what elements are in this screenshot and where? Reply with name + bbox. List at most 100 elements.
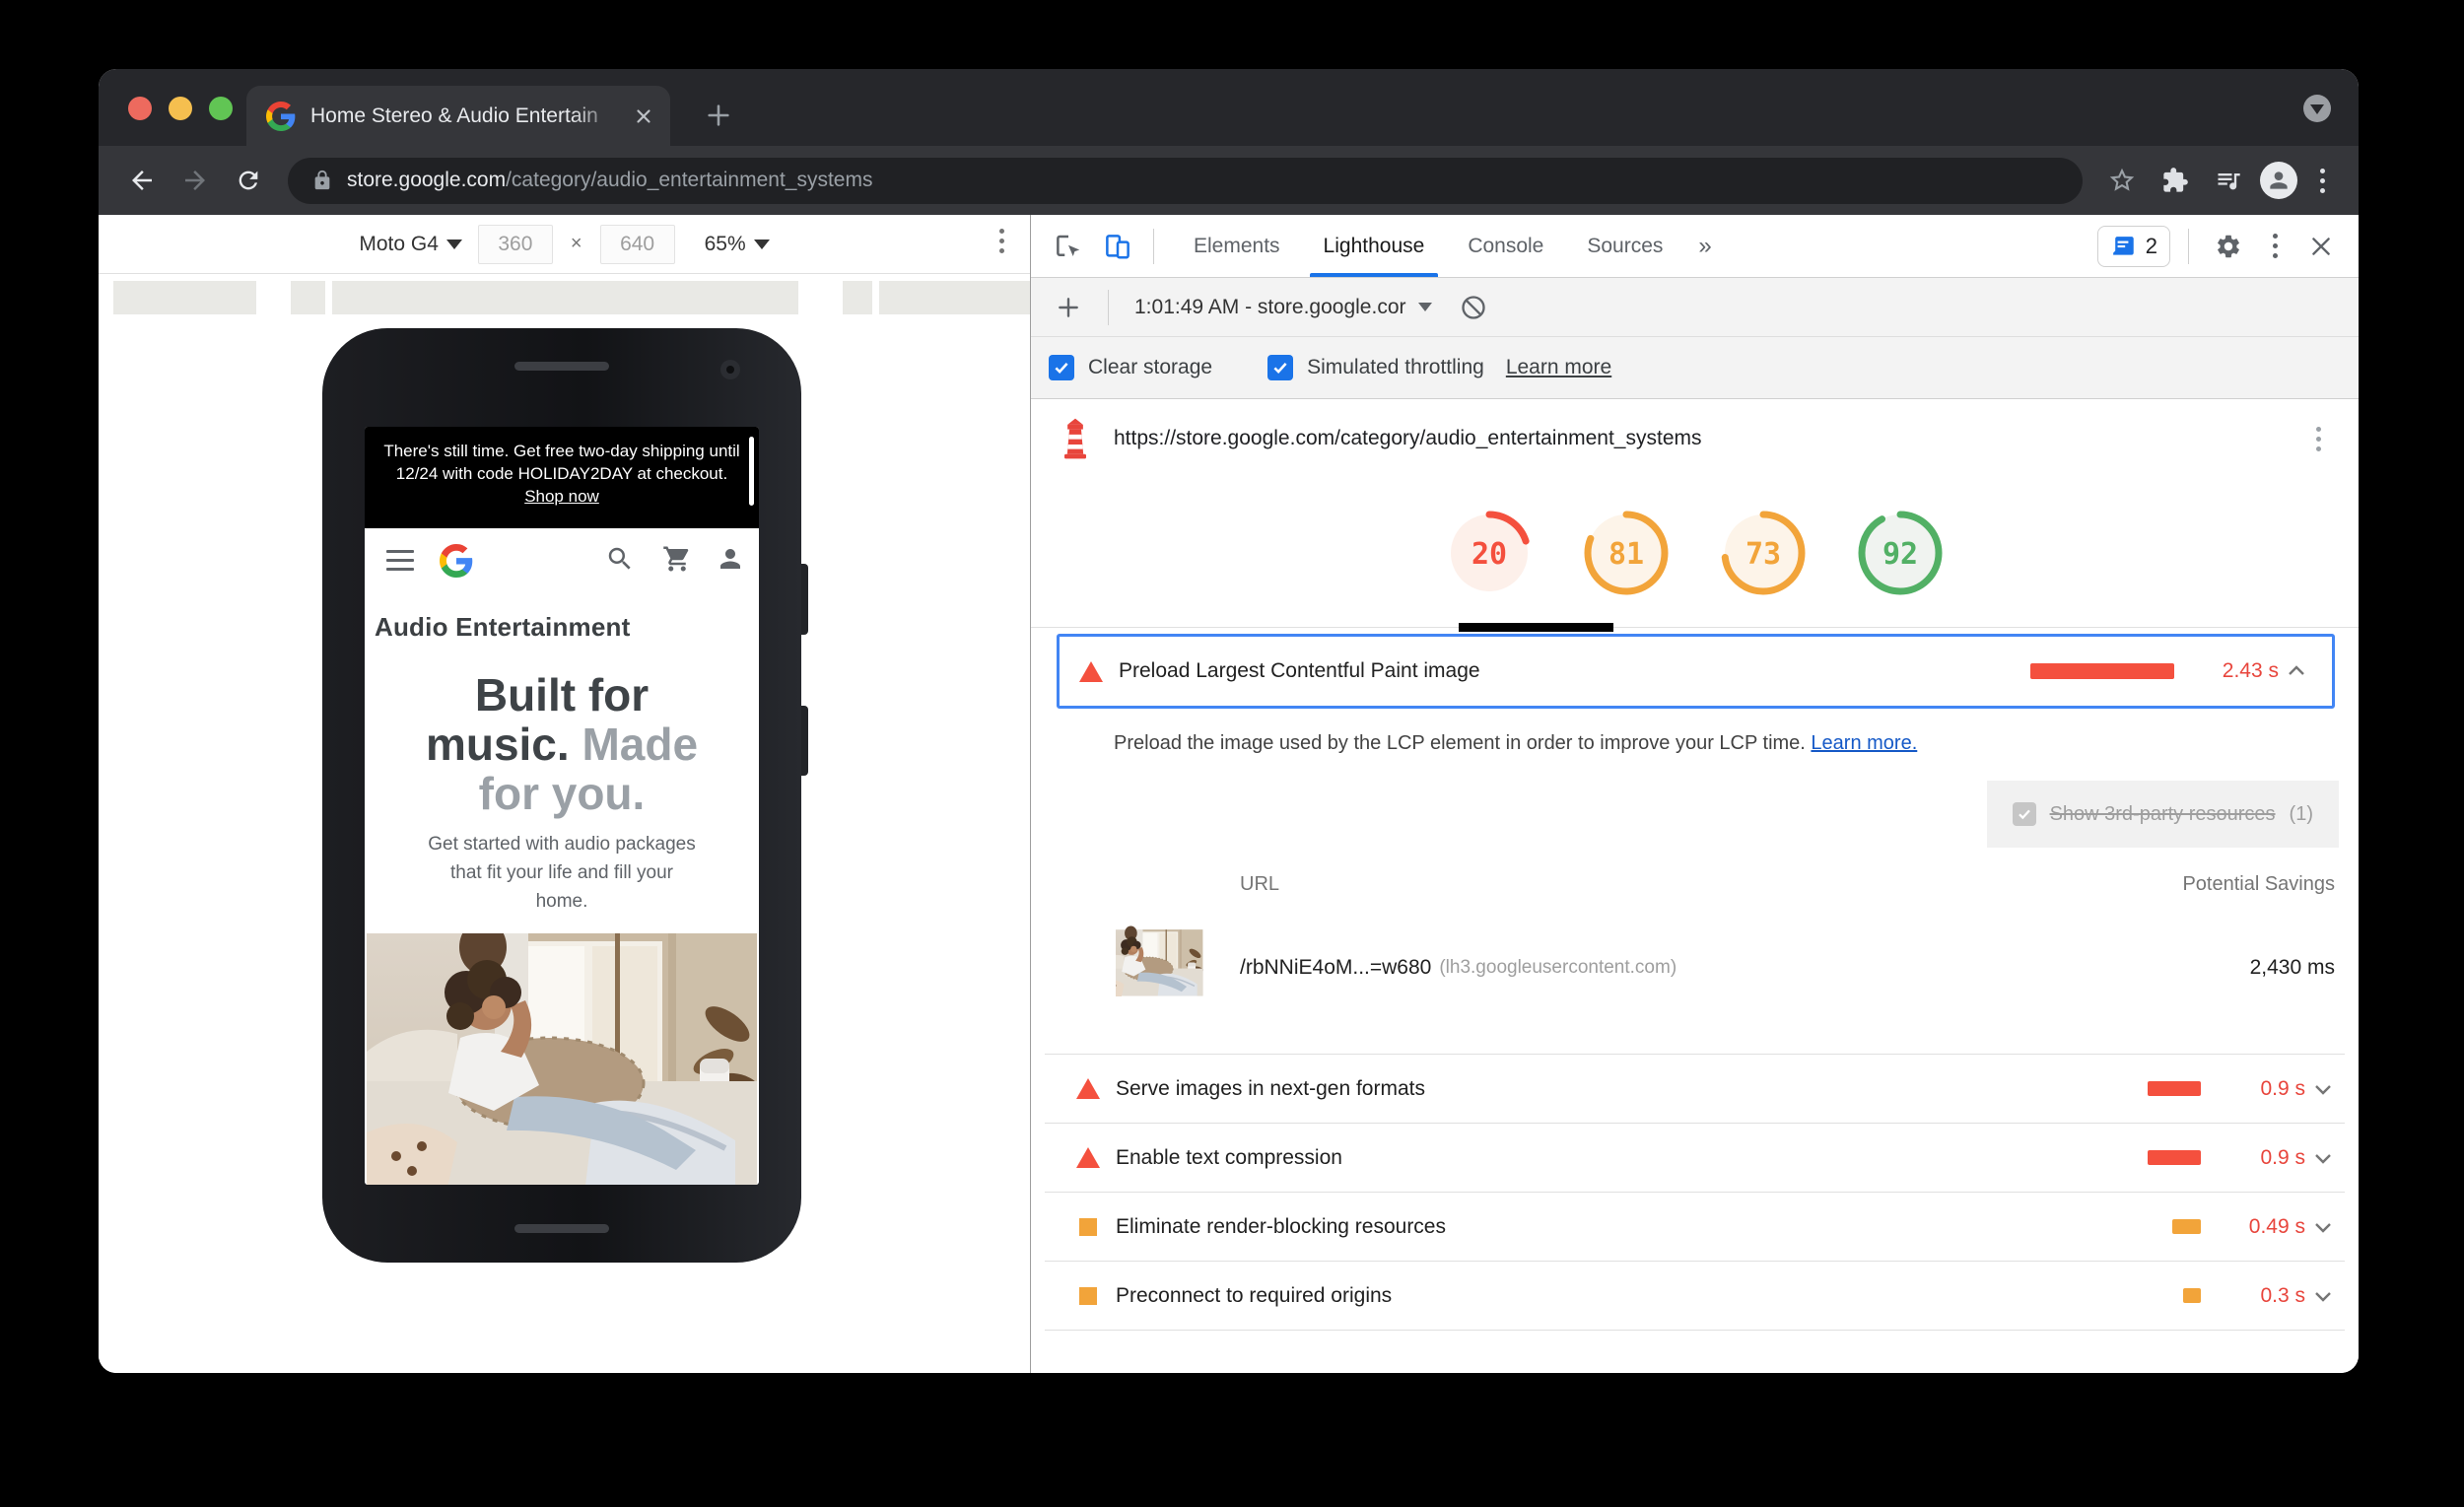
account-icon[interactable] [716, 544, 745, 574]
fail-triangle-icon [1079, 660, 1103, 682]
horizontal-scrollbar-thumb[interactable] [1459, 623, 1613, 632]
audit-row-render-blocking[interactable]: Eliminate render-blocking resources 0.49… [1045, 1193, 2345, 1262]
viewport-height-input[interactable] [599, 224, 675, 264]
cart-icon[interactable] [662, 544, 692, 574]
report-url: https://store.google.com/category/audio_… [1114, 427, 1702, 449]
check-icon [1055, 363, 1068, 374]
window-dropdown-button[interactable] [2303, 95, 2331, 122]
throttling-learn-more-link[interactable]: Learn more [1506, 356, 1611, 379]
media-query-ruler[interactable] [99, 274, 1030, 317]
tab-elements[interactable]: Elements [1172, 215, 1302, 277]
clear-reports-button[interactable] [1452, 286, 1495, 329]
chevron-down-icon [1417, 303, 1432, 311]
savings-value: 2.43 s [2222, 659, 2279, 682]
viewport-width-input[interactable] [477, 224, 553, 264]
clear-storage-label[interactable]: Clear storage [1088, 356, 1212, 379]
bookmark-button[interactable] [2100, 159, 2144, 202]
tab-console[interactable]: Console [1446, 215, 1565, 277]
close-icon [2312, 237, 2330, 255]
expand-audit-button[interactable] [2305, 1215, 2341, 1239]
report-selector[interactable]: 1:01:49 AM - store.google.cor [1134, 296, 1432, 319]
resource-savings: 2,430 ms [2249, 956, 2335, 979]
chevron-down-icon [2315, 1084, 2331, 1095]
minimize-window-button[interactable] [169, 97, 192, 120]
chevron-down-icon [2315, 1291, 2331, 1302]
third-party-checkbox[interactable] [2012, 802, 2036, 826]
savings-value: 0.9 s [2260, 1145, 2305, 1169]
back-button[interactable] [120, 159, 164, 202]
audit-row-next-gen-formats[interactable]: Serve images in next-gen formats 0.9 s [1045, 1055, 2345, 1124]
dimensions-separator: × [570, 233, 582, 254]
address-bar[interactable]: store.google.com/category/audio_entertai… [288, 157, 2083, 204]
chevron-up-icon [2289, 665, 2304, 675]
google-logo-icon[interactable] [440, 544, 473, 578]
average-square-icon [1079, 1217, 1097, 1236]
devtools-menu-button[interactable] [2260, 234, 2290, 258]
issues-button[interactable]: 2 [2096, 225, 2170, 267]
report-url-row: https://store.google.com/category/audio_… [1031, 399, 2359, 478]
search-icon[interactable] [605, 544, 635, 574]
collapse-audit-button[interactable] [2279, 659, 2314, 683]
browser-tab[interactable]: Home Stereo & Audio Entertain [246, 86, 670, 146]
hamburger-menu-icon[interactable] [386, 550, 414, 571]
forward-button[interactable] [173, 159, 217, 202]
average-square-icon [1079, 1286, 1097, 1305]
simulated-throttling-checkbox[interactable] [1267, 355, 1294, 380]
issues-count: 2 [2145, 233, 2157, 258]
expand-audit-button[interactable] [2305, 1284, 2341, 1308]
shop-now-link[interactable]: Shop now [524, 487, 599, 506]
audit-title: Eliminate render-blocking resources [1116, 1214, 1446, 1238]
audit-row-preload-lcp[interactable]: Preload Largest Contentful Paint image 2… [1057, 634, 2335, 709]
expand-audit-button[interactable] [2305, 1077, 2341, 1101]
clear-storage-checkbox[interactable] [1049, 355, 1074, 380]
savings-bar [2148, 1081, 2201, 1096]
zoom-select[interactable]: 65% [705, 233, 770, 256]
device-select[interactable]: Moto G4 [359, 233, 462, 256]
inspect-element-button[interactable] [1047, 225, 1090, 268]
devtools-pane: Elements Lighthouse Console Sources » 2 [1031, 215, 2359, 1373]
tab-sources[interactable]: Sources [1565, 215, 1684, 277]
performance-score-gauge[interactable]: 20 [1447, 511, 1532, 595]
device-toolbar: Moto G4 × 65% [99, 215, 1030, 274]
back-arrow-icon [132, 171, 152, 190]
window-titlebar: Home Stereo & Audio Entertain [99, 69, 2359, 146]
toggle-device-toolbar-button[interactable] [1096, 225, 1139, 268]
audit-row-preconnect[interactable]: Preconnect to required origins 0.3 s [1045, 1262, 2345, 1331]
expand-audit-button[interactable] [2305, 1146, 2341, 1170]
accessibility-score-gauge[interactable]: 81 [1584, 511, 1669, 595]
profile-avatar[interactable] [2260, 162, 2297, 199]
report-options-button[interactable] [2303, 426, 2333, 451]
close-devtools-button[interactable] [2299, 225, 2343, 268]
tab-close-icon[interactable] [633, 105, 654, 127]
more-tabs-button[interactable]: » [1684, 215, 1725, 277]
lock-icon [314, 170, 330, 190]
browser-menu-button[interactable] [2307, 168, 2337, 193]
new-report-button[interactable] [1047, 286, 1090, 329]
seo-score-gauge[interactable]: 92 [1858, 511, 1943, 595]
media-controls-button[interactable] [2207, 159, 2250, 202]
device-toolbar-menu-button[interactable] [987, 229, 1016, 253]
column-potential-savings: Potential Savings [2182, 873, 2335, 895]
close-window-button[interactable] [128, 97, 152, 120]
third-party-label[interactable]: Show 3rd-party resources [2050, 803, 2276, 826]
new-tab-button[interactable] [702, 99, 735, 132]
audit-row-text-compression[interactable]: Enable text compression 0.9 s [1045, 1124, 2345, 1193]
zoom-window-button[interactable] [209, 97, 233, 120]
fail-triangle-icon [1076, 1078, 1100, 1099]
page-scrollbar[interactable] [749, 437, 754, 506]
extensions-button[interactable] [2154, 159, 2197, 202]
plus-icon [1059, 297, 1078, 317]
simulated-throttling-label[interactable]: Simulated throttling [1307, 356, 1484, 379]
best-practices-score-gauge[interactable]: 73 [1721, 511, 1806, 595]
audit-title: Preconnect to required origins [1116, 1283, 1393, 1307]
chevron-down-icon [445, 239, 462, 249]
settings-button[interactable] [2207, 225, 2250, 268]
reload-button[interactable] [227, 159, 270, 202]
hero-headline: Built for music. Made for you. [425, 669, 699, 819]
svg-text:73: 73 [1745, 537, 1781, 572]
audit-list: Serve images in next-gen formats 0.9 s E… [1045, 1054, 2345, 1331]
savings-value: 0.9 s [2260, 1076, 2305, 1100]
audit-learn-more-link[interactable]: Learn more. [1811, 732, 1917, 754]
lighthouse-settings-row: Clear storage Simulated throttling Learn… [1031, 337, 2359, 399]
tab-lighthouse[interactable]: Lighthouse [1302, 215, 1447, 277]
